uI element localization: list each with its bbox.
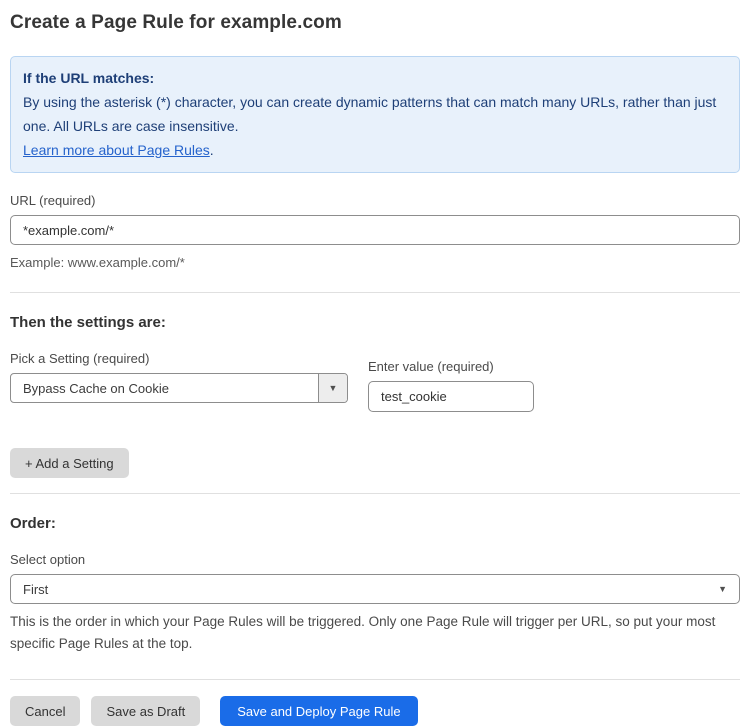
chevron-down-icon: ▼ — [329, 383, 338, 393]
page-rule-form: Create a Page Rule for example.com If th… — [0, 0, 750, 726]
setting-picker-column: Pick a Setting (required) Bypass Cache o… — [10, 331, 348, 403]
divider — [10, 292, 740, 293]
settings-section-heading: Then the settings are: — [10, 314, 740, 331]
url-field-label: URL (required) — [10, 193, 740, 208]
link-period: . — [210, 142, 214, 158]
url-input[interactable] — [10, 215, 740, 245]
info-panel-heading: If the URL matches: — [23, 66, 727, 90]
url-example-helper: Example: www.example.com/* — [10, 252, 740, 273]
save-and-deploy-button[interactable]: Save and Deploy Page Rule — [220, 696, 417, 726]
add-setting-button[interactable]: + Add a Setting — [10, 448, 129, 478]
cancel-button[interactable]: Cancel — [10, 696, 80, 726]
divider — [10, 493, 740, 494]
form-actions: Cancel Save as Draft Save and Deploy Pag… — [10, 696, 740, 726]
chevron-down-icon: ▼ — [718, 584, 727, 594]
setting-row: Pick a Setting (required) Bypass Cache o… — [10, 331, 740, 412]
order-selected-value: First — [23, 582, 48, 597]
url-match-info-panel: If the URL matches: By using the asteris… — [10, 56, 740, 173]
order-section-heading: Order: — [10, 515, 740, 532]
setting-value-label: Enter value (required) — [368, 359, 534, 374]
order-select[interactable]: First ▼ — [10, 574, 740, 604]
setting-value-column: Enter value (required) — [368, 339, 534, 412]
divider — [10, 679, 740, 680]
save-as-draft-button[interactable]: Save as Draft — [91, 696, 200, 726]
info-panel-body: By using the asterisk (*) character, you… — [23, 90, 727, 138]
page-title: Create a Page Rule for example.com — [10, 12, 740, 34]
info-panel-link-line: Learn more about Page Rules. — [23, 138, 727, 162]
setting-picker-dropdown-button[interactable]: ▼ — [318, 374, 347, 402]
setting-value-input[interactable] — [368, 381, 534, 412]
order-select-label: Select option — [10, 552, 740, 567]
learn-more-link[interactable]: Learn more about Page Rules — [23, 142, 210, 158]
setting-picker-label: Pick a Setting (required) — [10, 351, 348, 366]
setting-picker-selected-value: Bypass Cache on Cookie — [11, 374, 318, 402]
order-helper-text: This is the order in which your Page Rul… — [10, 611, 740, 655]
setting-picker-select[interactable]: Bypass Cache on Cookie ▼ — [10, 373, 348, 403]
